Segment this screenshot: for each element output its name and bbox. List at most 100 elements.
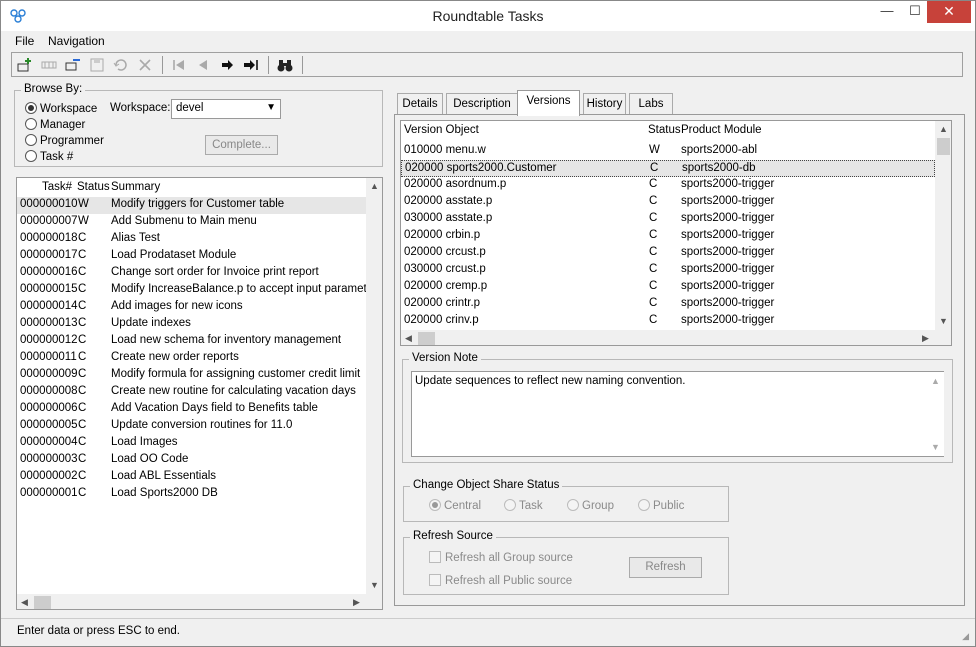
radio-manager[interactable]: Manager (25, 118, 85, 131)
task-list-vscroll[interactable]: ▲ ▼ (366, 178, 382, 594)
tab-details[interactable]: Details (397, 93, 443, 115)
task-column-header[interactable]: Task# (42, 181, 72, 193)
table-row[interactable]: 020000 cremp.p Csports2000-trigger (401, 279, 935, 296)
tab-versions[interactable]: Versions (517, 90, 580, 116)
table-row[interactable]: 000000001 C Load Sports2000 DB (17, 486, 366, 503)
table-row[interactable]: 030000 asstate.p Csports2000-trigger (401, 211, 935, 228)
radio-programmer[interactable]: Programmer (25, 134, 104, 147)
table-row[interactable]: 000000008 C Create new routine for calcula… (17, 384, 366, 401)
scroll-up-icon[interactable]: ▲ (370, 181, 379, 191)
radio-central[interactable]: Central (429, 499, 481, 512)
table-row[interactable]: 020000 crintr.p Csports2000-trigger (401, 296, 935, 313)
table-row[interactable]: 000000006 C Add Vacation Days field to Ben… (17, 401, 366, 418)
table-row[interactable]: 000000015 C Modify IncreaseBalance.p to ac… (17, 282, 377, 299)
radio-group[interactable]: Group (567, 499, 614, 512)
table-row[interactable]: 010000 menu.w Wsports2000-abl (401, 143, 935, 160)
share-status-group: Change Object Share Status Central Task … (403, 479, 729, 522)
radio-task-number[interactable]: Task # (25, 150, 73, 163)
table-row[interactable]: 000000014 C Add images for new icons (17, 299, 366, 316)
table-row[interactable]: 020000 sports2000.Customer Csports2000-db (401, 160, 935, 177)
table-row[interactable]: 000000003 C Load OO Code (17, 452, 366, 469)
tab-description[interactable]: Description (446, 93, 518, 115)
table-row[interactable]: 000000007 W Add Submenu to Main menu (17, 214, 366, 231)
maximize-button[interactable]: ☐ (901, 1, 929, 23)
resize-grip-icon[interactable]: ◢ (962, 631, 969, 642)
radio-task[interactable]: Task (504, 499, 543, 512)
version-note-text[interactable]: Update sequences to reflect new naming c… (411, 371, 944, 457)
table-row[interactable]: 000000013 C Update indexes (17, 316, 366, 333)
scroll-up-icon[interactable]: ▲ (931, 376, 940, 386)
first-record-icon[interactable] (170, 56, 188, 74)
scroll-left-icon[interactable]: ◀ (21, 597, 28, 608)
table-row[interactable]: 000000017 C Load Prodataset Module (17, 248, 366, 265)
add-task-icon[interactable] (16, 56, 34, 74)
scroll-down-icon[interactable]: ▼ (370, 580, 379, 590)
version-object-cell: 020000 crintr.p (404, 297, 481, 309)
table-row[interactable]: 020000 crcust.p Csports2000-trigger (401, 245, 935, 262)
table-row[interactable]: 020000 asordnum.p Csports2000-trigger (401, 177, 935, 194)
next-record-icon[interactable] (218, 56, 236, 74)
scroll-left-icon[interactable]: ◀ (405, 333, 412, 344)
toolbar-separator (302, 56, 303, 74)
table-row[interactable]: 000000009 C Modify formula for assigning c… (17, 367, 366, 384)
table-row[interactable]: 020000 asstate.p Csports2000-trigger (401, 194, 935, 211)
hscroll-thumb[interactable] (34, 596, 51, 609)
status-bar: Enter data or press ESC to end. ◢ (1, 618, 975, 646)
refresh-button[interactable]: Refresh (629, 557, 702, 578)
version-status-column-header[interactable]: Status (648, 124, 681, 136)
versions-hscroll[interactable]: ◀ ▶ (401, 330, 951, 345)
scroll-up-icon[interactable]: ▲ (939, 124, 948, 134)
refresh-public-checkbox[interactable]: Refresh all Public source (429, 574, 572, 587)
minimize-button[interactable]: — (873, 1, 901, 23)
table-row[interactable]: 000000002 C Load ABL Essentials (17, 469, 366, 486)
previous-record-icon[interactable] (194, 56, 212, 74)
scroll-down-icon[interactable]: ▼ (931, 442, 940, 452)
tab-labs[interactable]: Labs (629, 93, 673, 115)
task-list-hscroll[interactable]: ◀ ▶ (17, 594, 382, 609)
workspace-label: Workspace: (110, 102, 171, 114)
note-vscroll[interactable]: ▲ ▼ (927, 372, 944, 456)
radio-public[interactable]: Public (638, 499, 684, 512)
task-status-cell: C (78, 436, 87, 448)
versions-vscroll[interactable]: ▲ ▼ (935, 121, 951, 330)
save-icon[interactable] (88, 56, 106, 74)
summary-column-header[interactable]: Summary (111, 181, 160, 193)
menu-file[interactable]: File (15, 34, 34, 48)
version-object-cell: 020000 asstate.p (404, 195, 493, 207)
table-row[interactable]: 020000 crinv.p Csports2000-trigger (401, 313, 935, 330)
vscroll-thumb[interactable] (937, 138, 950, 155)
table-row[interactable]: 020000 crbin.p Csports2000-trigger (401, 228, 935, 245)
product-module-cell: sports2000-trigger (681, 263, 775, 275)
hscroll-thumb[interactable] (418, 332, 435, 345)
workspace-select[interactable]: devel ▼ (171, 99, 281, 119)
last-record-icon[interactable] (242, 56, 260, 74)
task-status-cell: C (78, 470, 87, 482)
table-row[interactable]: 000000011 C Create new order reports (17, 350, 366, 367)
radio-workspace[interactable]: Workspace (25, 102, 97, 115)
table-row[interactable]: 000000018 C Alias Test (17, 231, 366, 248)
scroll-right-icon[interactable]: ▶ (922, 333, 929, 344)
task-number-cell: 000000013 (20, 317, 78, 329)
table-row[interactable]: 000000004 C Load Images (17, 435, 366, 452)
task-summary-cell: Load ABL Essentials (111, 470, 217, 482)
binoculars-icon[interactable] (276, 56, 294, 74)
delete-icon[interactable] (136, 56, 154, 74)
product-module-column-header[interactable]: Product Module (681, 124, 762, 136)
status-column-header[interactable]: Status (77, 181, 110, 193)
table-row[interactable]: 000000005 C Update conversion routines for… (17, 418, 366, 435)
refresh-group-checkbox[interactable]: Refresh all Group source (429, 551, 573, 564)
version-object-column-header[interactable]: Version Object (404, 124, 479, 136)
table-row[interactable]: 000000010 W Modify triggers for Customer t… (17, 197, 366, 214)
edit-task-icon[interactable] (40, 56, 58, 74)
table-row[interactable]: 000000016 C Change sort order for Invoice … (17, 265, 366, 282)
scroll-down-icon[interactable]: ▼ (939, 316, 948, 326)
scroll-right-icon[interactable]: ▶ (353, 597, 360, 608)
menu-navigation[interactable]: Navigation (48, 34, 105, 48)
remove-row-icon[interactable] (64, 56, 82, 74)
tab-history[interactable]: History (583, 93, 626, 115)
complete-button[interactable]: Complete... (205, 135, 278, 155)
close-button[interactable]: ✕ (927, 1, 971, 23)
undo-icon[interactable] (112, 56, 130, 74)
table-row[interactable]: 000000012 C Load new schema for inventory … (17, 333, 366, 350)
table-row[interactable]: 030000 crcust.p Csports2000-trigger (401, 262, 935, 279)
